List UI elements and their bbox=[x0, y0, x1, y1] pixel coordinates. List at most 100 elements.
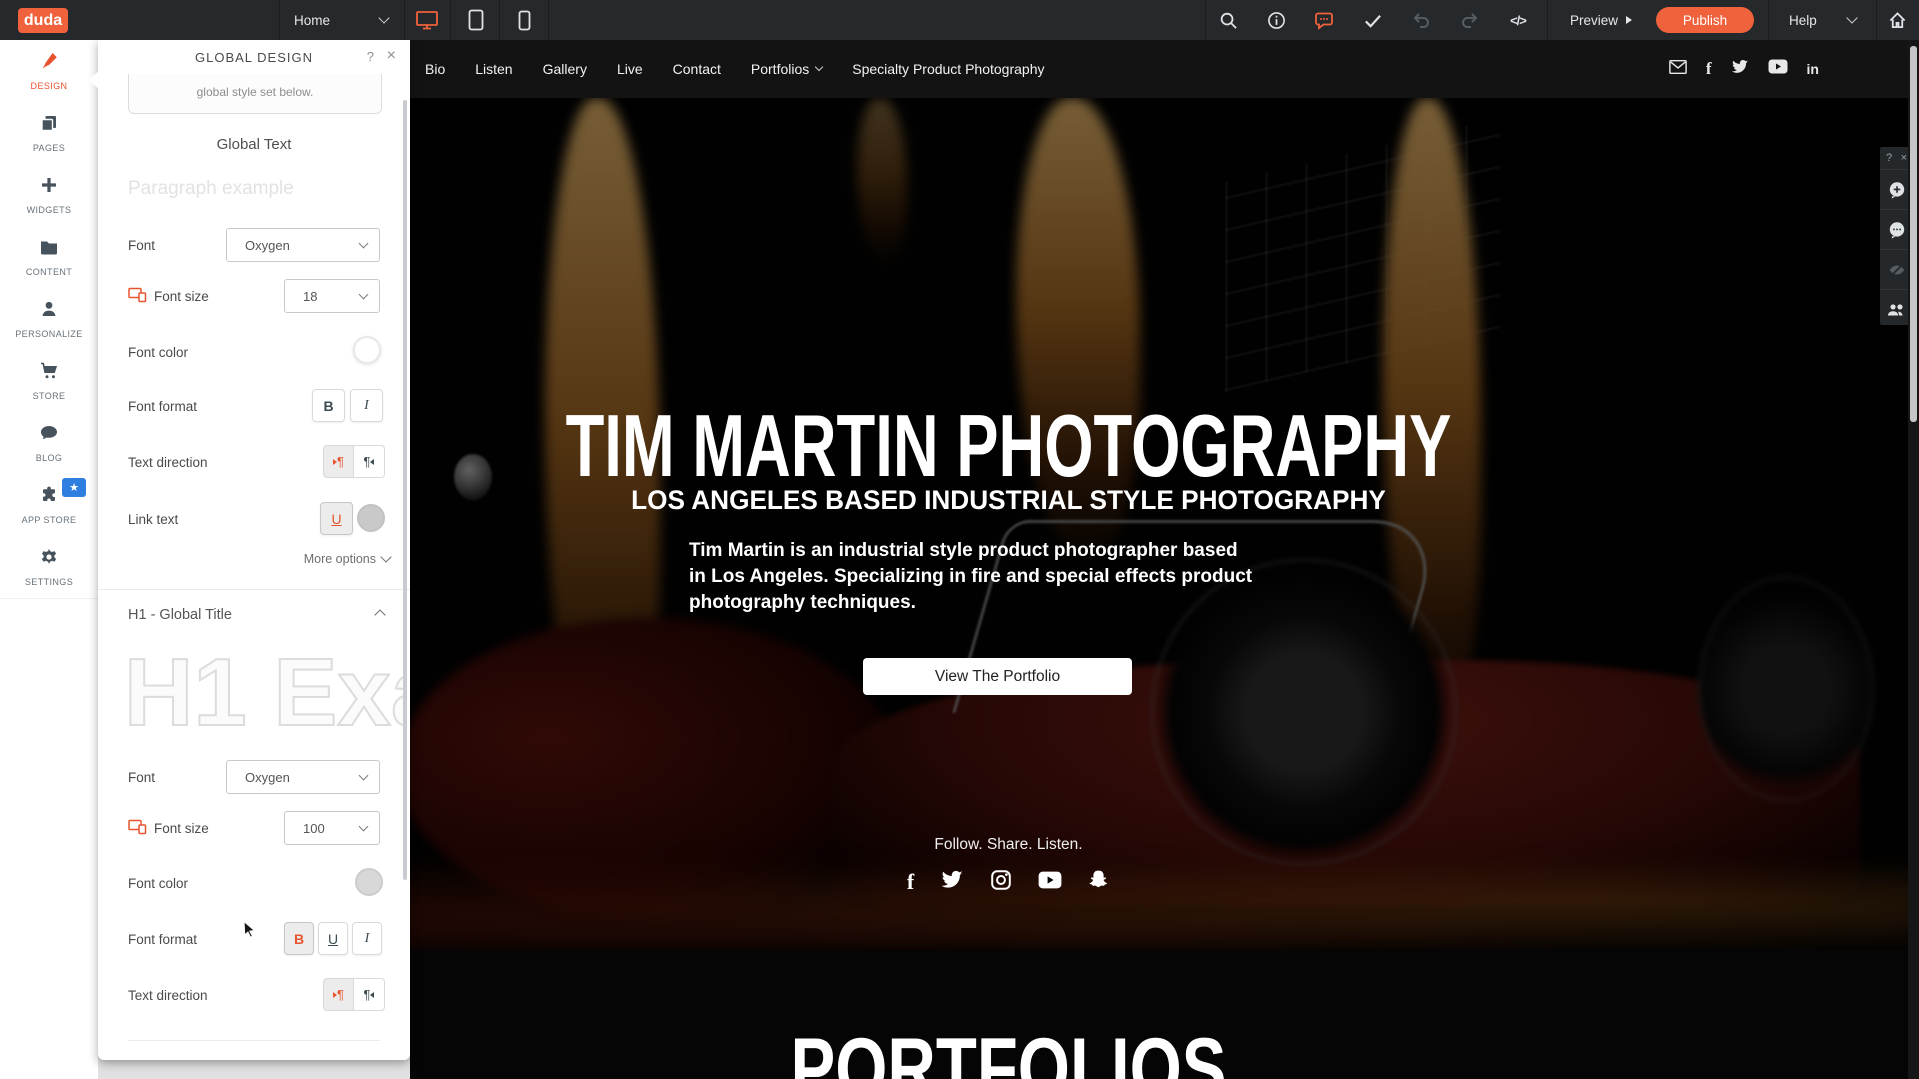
sidebar-item-widgets[interactable]: WIDGETS bbox=[0, 164, 98, 227]
youtube-icon[interactable] bbox=[1038, 871, 1062, 894]
h1-text-direction-toggle: ¶ ¶ bbox=[323, 978, 385, 1011]
toolbar-help-icon[interactable]: ? bbox=[1886, 152, 1892, 164]
h1-italic-button[interactable]: I bbox=[352, 922, 382, 955]
h1-rtl-button[interactable]: ¶ bbox=[354, 978, 385, 1011]
chevron-down-icon bbox=[359, 821, 369, 831]
folder-icon bbox=[39, 237, 59, 262]
h1-section-header[interactable]: H1 - Global Title bbox=[128, 598, 232, 632]
site-scrollbar[interactable] bbox=[1908, 40, 1919, 1079]
twitter-icon[interactable] bbox=[1731, 59, 1749, 80]
font-select[interactable]: Oxygen bbox=[226, 228, 380, 262]
font-size-label: Font size bbox=[128, 279, 209, 313]
sidebar-item-label: STORE bbox=[33, 391, 66, 401]
sidebar-item-label: SETTINGS bbox=[25, 577, 73, 587]
sidebar-item-settings[interactable]: SETTINGS bbox=[0, 536, 98, 599]
sidebar-item-blog[interactable]: BLOG bbox=[0, 412, 98, 475]
nav-item-contact[interactable]: Contact bbox=[673, 61, 721, 77]
nav-item-portfolios[interactable]: Portfolios bbox=[751, 61, 822, 77]
h1-font-color-swatch[interactable] bbox=[355, 868, 383, 896]
person-icon bbox=[39, 299, 59, 324]
chevron-down-icon bbox=[359, 770, 369, 780]
toolbar-close-icon[interactable]: × bbox=[1901, 152, 1907, 164]
check-icon[interactable] bbox=[1360, 8, 1384, 32]
chevron-down-icon[interactable] bbox=[1846, 12, 1857, 23]
h1-font-value: Oxygen bbox=[245, 770, 290, 785]
undo-icon[interactable] bbox=[1409, 8, 1433, 32]
sidebar-item-pages[interactable]: PAGES bbox=[0, 102, 98, 165]
email-icon[interactable] bbox=[1669, 59, 1687, 80]
font-color-swatch[interactable] bbox=[353, 336, 381, 364]
help-menu[interactable]: Help bbox=[1789, 0, 1817, 40]
more-options-link[interactable]: More options bbox=[304, 552, 390, 566]
hero-description[interactable]: Tim Martin is an industrial style produc… bbox=[689, 538, 1259, 617]
chevron-down-icon bbox=[380, 551, 391, 562]
h1-text-direction-label-text: Text direction bbox=[128, 988, 208, 1003]
facebook-icon[interactable]: f bbox=[1706, 59, 1712, 79]
h1-ltr-button[interactable]: ¶ bbox=[323, 978, 354, 1011]
sidebar-item-content[interactable]: CONTENT bbox=[0, 226, 98, 289]
more-options-label: More options bbox=[304, 552, 376, 566]
chevron-up-icon[interactable] bbox=[374, 609, 385, 620]
page-selector[interactable]: Home bbox=[294, 0, 330, 40]
redo-icon[interactable] bbox=[1458, 8, 1482, 32]
search-icon[interactable] bbox=[1216, 8, 1240, 32]
sidebar-item-store[interactable]: STORE bbox=[0, 350, 98, 413]
feedback-chat-icon[interactable] bbox=[1312, 8, 1336, 32]
section-divider bbox=[98, 589, 410, 590]
nav-item-gallery[interactable]: Gallery bbox=[543, 61, 587, 77]
linkedin-icon[interactable]: in bbox=[1807, 61, 1819, 77]
tablet-view-icon[interactable] bbox=[464, 8, 488, 32]
h1-font-select[interactable]: Oxygen bbox=[226, 760, 380, 794]
italic-button[interactable]: I bbox=[350, 389, 383, 422]
twitter-icon[interactable] bbox=[940, 870, 964, 895]
text-direction-label-text: Text direction bbox=[128, 455, 208, 470]
rtl-button[interactable]: ¶ bbox=[354, 445, 385, 478]
arrow-left-icon bbox=[370, 992, 374, 998]
preview-button[interactable]: Preview bbox=[1570, 0, 1632, 40]
info-icon[interactable] bbox=[1264, 8, 1288, 32]
code-icon[interactable]: </> bbox=[1506, 8, 1530, 32]
nav-item-live[interactable]: Live bbox=[617, 61, 643, 77]
h1-bold-button[interactable]: B bbox=[284, 922, 314, 955]
panel-bottom-divider bbox=[128, 1040, 380, 1041]
link-color-swatch[interactable] bbox=[357, 504, 385, 532]
ltr-button[interactable]: ¶ bbox=[323, 445, 354, 478]
sidebar-item-personalize[interactable]: PERSONALIZE bbox=[0, 288, 98, 351]
link-underline-button[interactable]: U bbox=[320, 502, 353, 535]
youtube-icon[interactable] bbox=[1768, 59, 1788, 79]
h1-font-size-select[interactable]: 100 bbox=[284, 811, 380, 845]
desktop-view-icon[interactable] bbox=[415, 8, 439, 32]
h1-underline-button[interactable]: U bbox=[318, 922, 348, 955]
view-portfolio-button[interactable]: View The Portfolio bbox=[863, 658, 1132, 695]
nav-item-bio[interactable]: Bio bbox=[425, 61, 445, 77]
arrow-left-icon bbox=[370, 459, 374, 465]
duda-logo[interactable]: duda bbox=[18, 8, 68, 33]
hero-title[interactable]: TIM MARTIN PHOTOGRAPHY bbox=[353, 395, 1664, 497]
home-icon[interactable] bbox=[1885, 8, 1909, 32]
facebook-icon[interactable]: f bbox=[907, 869, 914, 895]
instagram-icon[interactable] bbox=[990, 869, 1012, 896]
font-format-label-text: Font format bbox=[128, 399, 197, 414]
mobile-view-icon[interactable] bbox=[512, 8, 536, 32]
nav-item-label: Portfolios bbox=[751, 61, 809, 77]
bold-button[interactable]: B bbox=[312, 389, 345, 422]
snapchat-icon[interactable] bbox=[1088, 869, 1110, 896]
h1-example-preview: H1 Exa bbox=[124, 638, 404, 750]
chevron-down-icon[interactable] bbox=[378, 12, 389, 23]
publish-button[interactable]: Publish bbox=[1656, 7, 1754, 33]
font-size-select[interactable]: 18 bbox=[284, 279, 380, 313]
sidebar-item-label: PAGES bbox=[33, 143, 65, 153]
close-icon[interactable]: × bbox=[387, 47, 396, 65]
portfolios-heading[interactable]: PORTFOLIOS bbox=[298, 1026, 1718, 1079]
nav-item-listen[interactable]: Listen bbox=[475, 61, 512, 77]
panel-scrollbar[interactable] bbox=[403, 100, 407, 880]
nav-item-specialty[interactable]: Specialty Product Photography bbox=[852, 61, 1044, 77]
sidebar-item-design[interactable]: DESIGN bbox=[0, 40, 98, 103]
scrollbar-thumb[interactable] bbox=[1910, 46, 1917, 422]
panel-help-icon[interactable]: ? bbox=[367, 49, 374, 64]
global-design-panel: global style set below. GLOBAL DESIGN ? … bbox=[98, 40, 410, 1060]
link-text-label: Link text bbox=[128, 502, 178, 536]
sidebar-item-label: PERSONALIZE bbox=[15, 329, 82, 339]
chevron-down-icon bbox=[815, 63, 823, 71]
font-label: Font bbox=[128, 228, 155, 262]
